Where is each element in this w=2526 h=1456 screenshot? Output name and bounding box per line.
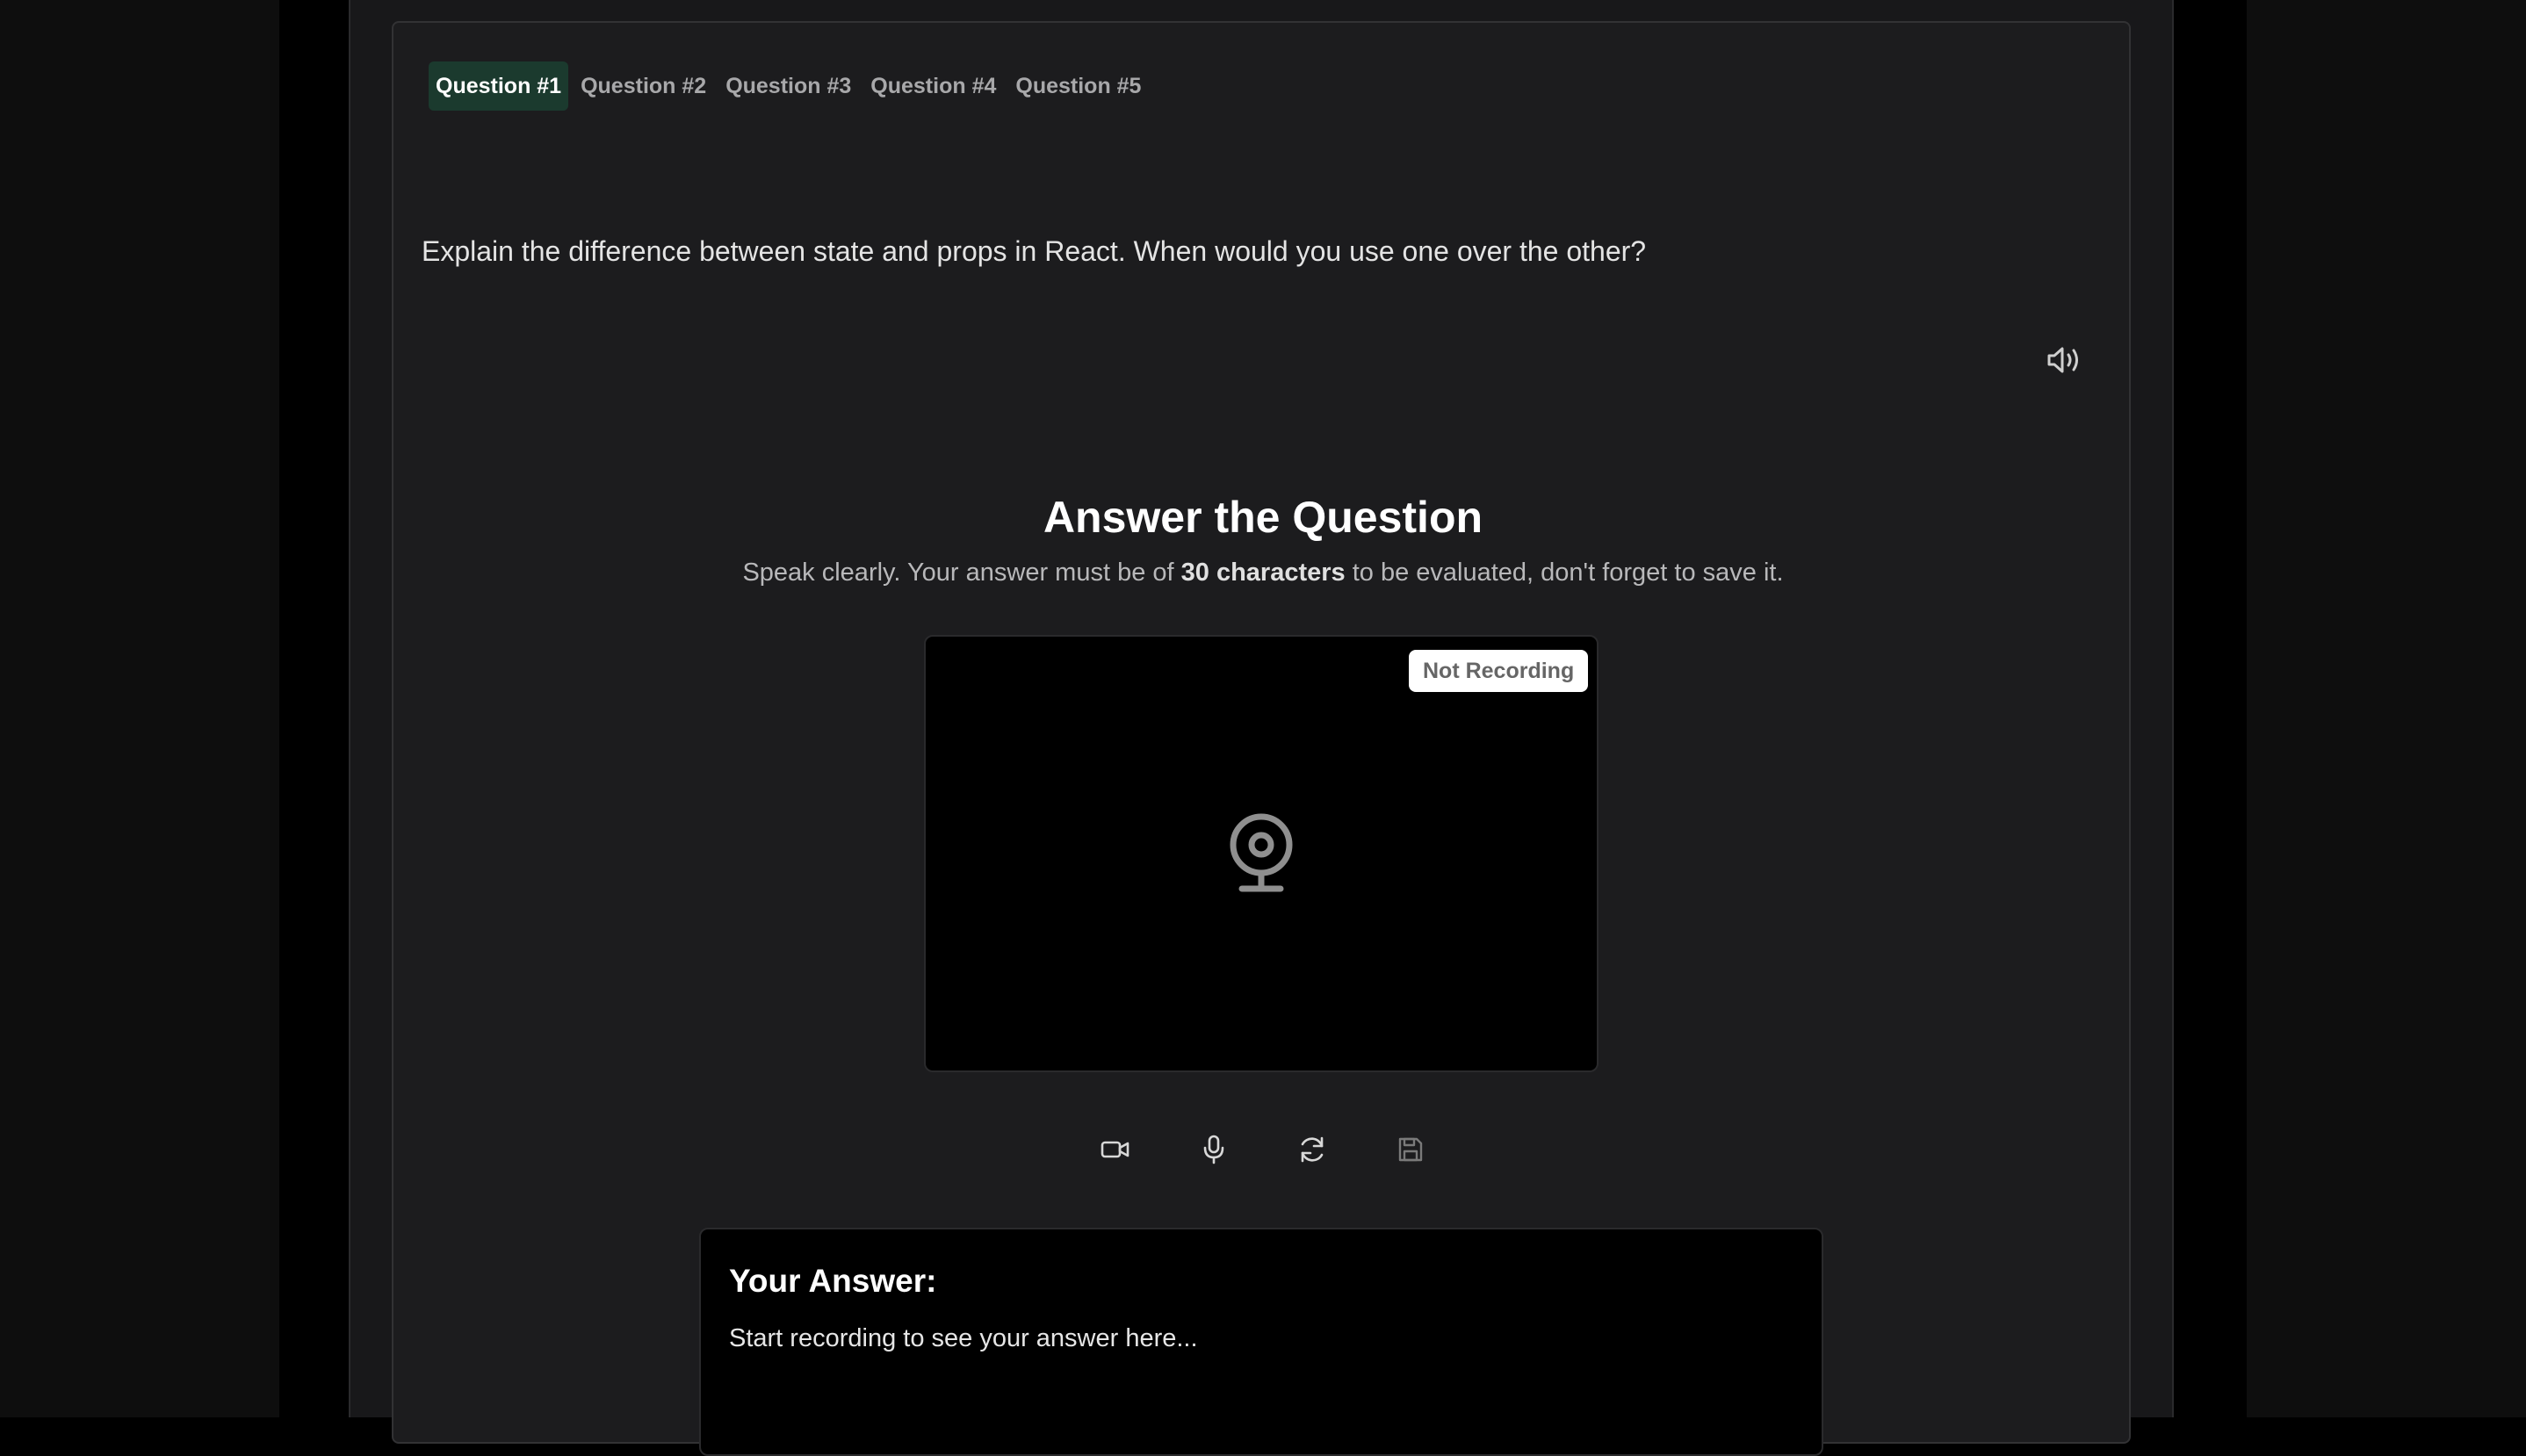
recording-status-badge: Not Recording [1409,650,1589,692]
right-backdrop [2247,0,2526,1417]
save-button[interactable] [1389,1128,1433,1171]
tab-question-5[interactable]: Question #5 [1008,61,1148,111]
question-tabs: Question #1 Question #2 Question #3 Ques… [429,61,1148,111]
read-aloud-button[interactable] [2043,341,2087,379]
refresh-button[interactable] [1290,1128,1334,1171]
tab-question-1[interactable]: Question #1 [429,61,569,111]
speaker-icon [2047,347,2078,373]
microphone-button[interactable] [1192,1128,1236,1171]
answer-placeholder: Start recording to see your answer here.… [729,1324,1198,1352]
webcam-icon [1230,813,1293,892]
question-text: Explain the difference between state and… [422,235,1647,267]
left-backdrop [0,0,279,1417]
answer-section-title: Answer the Question [1043,493,1483,542]
save-icon [1398,1137,1423,1162]
your-answer-label: Your Answer: [729,1263,937,1299]
hint-text: Speak clearly. Your answer must be of [742,559,1181,587]
refresh-icon [1301,1136,1324,1163]
hint-emphasis: 30 characters [1180,559,1346,587]
tab-question-3[interactable]: Question #3 [718,61,858,111]
microphone-icon [1203,1135,1224,1164]
right-gutter [2176,0,2247,1417]
tab-question-2[interactable]: Question #2 [574,61,713,111]
hint-text-end: to be evaluated, don't forget to save it… [1345,559,1784,587]
recording-controls [1093,1128,1433,1171]
video-camera-icon [1101,1141,1129,1158]
tab-question-4[interactable]: Question #4 [863,61,1003,111]
left-gutter [279,0,349,1417]
answer-hint: Speak clearly. Your answer must be of 30… [0,559,2526,587]
video-camera-button[interactable] [1093,1128,1137,1171]
